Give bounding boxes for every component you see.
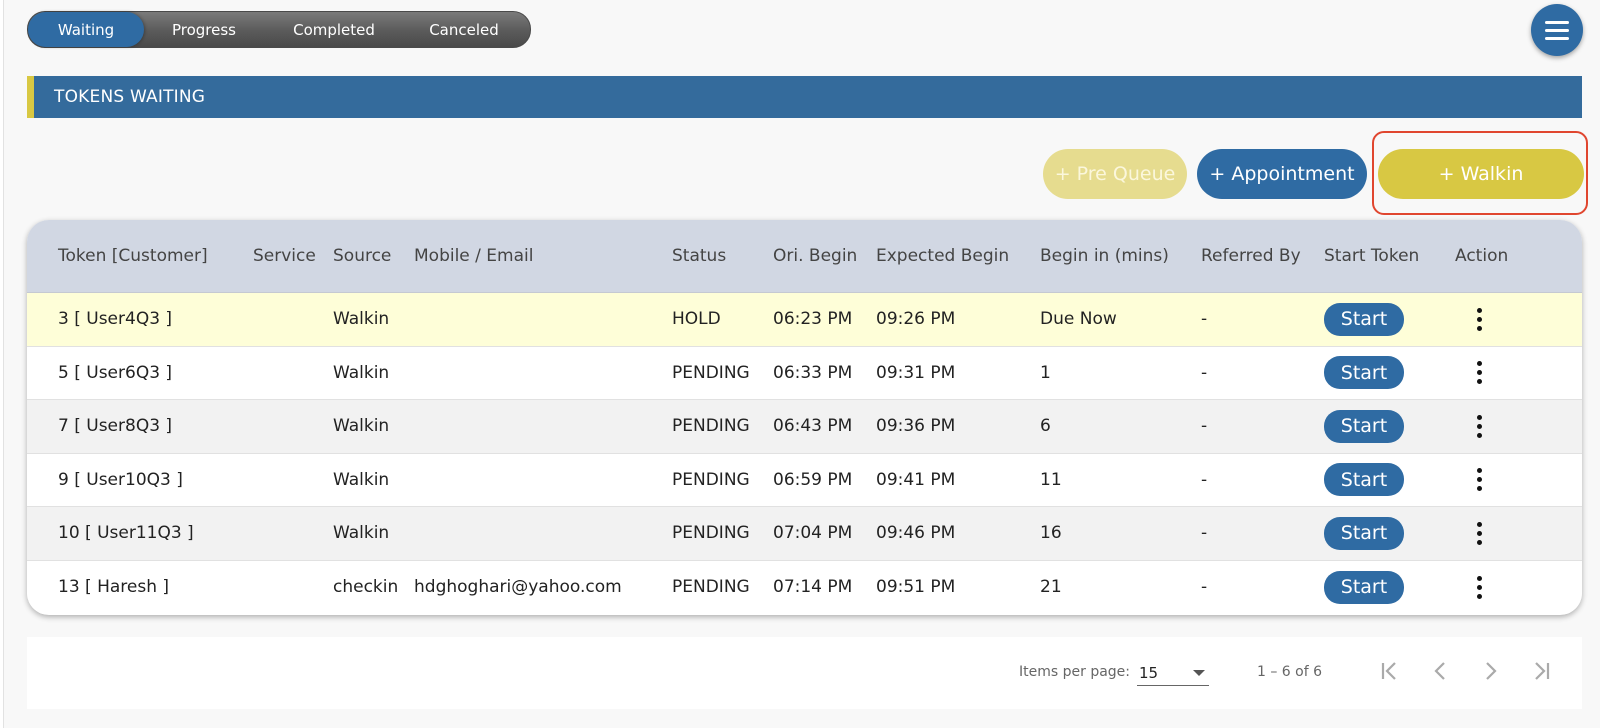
header-contact: Mobile / Email bbox=[414, 246, 534, 266]
table-row: 10 [ User11Q3 ] Walkin PENDING 07:04 PM … bbox=[27, 507, 1582, 561]
cell-status: HOLD bbox=[672, 309, 721, 330]
header-expected-begin: Expected Begin bbox=[876, 246, 1010, 266]
cell-source: Walkin bbox=[333, 523, 390, 544]
previous-page-icon[interactable] bbox=[1425, 656, 1455, 686]
cell-contact: hdghoghari@yahoo.com bbox=[414, 577, 622, 598]
chevron-down-icon bbox=[1193, 670, 1205, 676]
cell-expected-begin: 09:31 PM bbox=[876, 362, 956, 383]
header-token: Token [Customer] bbox=[58, 246, 208, 266]
cell-ori-begin: 06:59 PM bbox=[773, 469, 853, 490]
start-button[interactable]: Start bbox=[1324, 516, 1404, 550]
header-action: Action bbox=[1455, 246, 1509, 266]
tab-completed[interactable]: Completed bbox=[264, 12, 404, 47]
cell-referred-by: - bbox=[1201, 416, 1208, 437]
cell-expected-begin: 09:46 PM bbox=[876, 523, 956, 544]
more-vert-icon[interactable] bbox=[1464, 516, 1494, 550]
cell-source: Walkin bbox=[333, 416, 390, 437]
cell-source: Walkin bbox=[333, 309, 390, 330]
first-page-icon[interactable] bbox=[1374, 656, 1404, 686]
cell-status: PENDING bbox=[672, 523, 750, 544]
cell-token: 10 [ User11Q3 ] bbox=[58, 523, 194, 544]
header-service: Service bbox=[253, 246, 316, 266]
status-tabs: Waiting Progress Completed Canceled bbox=[27, 11, 531, 48]
more-vert-icon[interactable] bbox=[1464, 570, 1494, 604]
page: Waiting Progress Completed Canceled TOKE… bbox=[3, 0, 1600, 728]
cell-status: PENDING bbox=[672, 362, 750, 383]
cell-source: checkin bbox=[333, 577, 399, 598]
pre-queue-button[interactable]: + Pre Queue bbox=[1043, 149, 1187, 199]
start-button[interactable]: Start bbox=[1324, 302, 1404, 336]
cell-token: 5 [ User6Q3 ] bbox=[58, 362, 173, 383]
more-vert-icon[interactable] bbox=[1464, 356, 1494, 390]
start-button[interactable]: Start bbox=[1324, 356, 1404, 390]
header-referred-by: Referred By bbox=[1201, 246, 1301, 266]
section-title-text: TOKENS WAITING bbox=[54, 87, 206, 107]
cell-referred-by: - bbox=[1201, 362, 1208, 383]
paginator: Items per page: 15 1 – 6 of 6 bbox=[27, 637, 1582, 709]
start-button[interactable]: Start bbox=[1324, 570, 1404, 604]
cell-expected-begin: 09:26 PM bbox=[876, 309, 956, 330]
table-row: 9 [ User10Q3 ] Walkin PENDING 06:59 PM 0… bbox=[27, 453, 1582, 507]
table-header: Token [Customer] Service Source Mobile /… bbox=[27, 220, 1582, 293]
cell-status: PENDING bbox=[672, 469, 750, 490]
cell-ori-begin: 07:04 PM bbox=[773, 523, 853, 544]
cell-status: PENDING bbox=[672, 416, 750, 437]
items-per-page-label: Items per page: bbox=[1019, 664, 1131, 680]
header-start-token: Start Token bbox=[1324, 246, 1420, 266]
cell-begin-in: 11 bbox=[1040, 469, 1062, 490]
cell-source: Walkin bbox=[333, 469, 390, 490]
header-begin-in: Begin in (mins) bbox=[1040, 246, 1169, 266]
header-ori-begin: Ori. Begin bbox=[773, 246, 858, 266]
cell-begin-in: 6 bbox=[1040, 416, 1051, 437]
items-per-page-select[interactable]: 15 bbox=[1137, 658, 1209, 686]
cell-referred-by: - bbox=[1201, 523, 1208, 544]
cell-begin-in: 1 bbox=[1040, 362, 1051, 383]
table-row: 5 [ User6Q3 ] Walkin PENDING 06:33 PM 09… bbox=[27, 346, 1582, 400]
more-vert-icon[interactable] bbox=[1464, 463, 1494, 497]
cell-token: 3 [ User4Q3 ] bbox=[58, 309, 173, 330]
walkin-button[interactable]: + Walkin bbox=[1378, 149, 1584, 199]
cell-begin-in: Due Now bbox=[1040, 309, 1117, 330]
items-per-page-value: 15 bbox=[1139, 664, 1159, 682]
cell-source: Walkin bbox=[333, 362, 390, 383]
start-button[interactable]: Start bbox=[1324, 463, 1404, 497]
header-source: Source bbox=[333, 246, 392, 266]
table-row: 7 [ User8Q3 ] Walkin PENDING 06:43 PM 09… bbox=[27, 400, 1582, 454]
cell-expected-begin: 09:36 PM bbox=[876, 416, 956, 437]
cell-ori-begin: 07:14 PM bbox=[773, 577, 853, 598]
page-range: 1 – 6 of 6 bbox=[1257, 664, 1323, 680]
next-page-icon[interactable] bbox=[1476, 656, 1506, 686]
cell-begin-in: 16 bbox=[1040, 523, 1062, 544]
header-status: Status bbox=[672, 246, 727, 266]
cell-expected-begin: 09:51 PM bbox=[876, 577, 956, 598]
cell-token: 9 [ User10Q3 ] bbox=[58, 469, 183, 490]
tab-progress[interactable]: Progress bbox=[144, 12, 264, 47]
cell-ori-begin: 06:23 PM bbox=[773, 309, 853, 330]
section-title: TOKENS WAITING bbox=[27, 76, 1582, 118]
cell-referred-by: - bbox=[1201, 469, 1208, 490]
cell-referred-by: - bbox=[1201, 577, 1208, 598]
tab-waiting[interactable]: Waiting bbox=[28, 12, 144, 47]
start-button[interactable]: Start bbox=[1324, 409, 1404, 443]
cell-expected-begin: 09:41 PM bbox=[876, 469, 956, 490]
cell-token: 13 [ Haresh ] bbox=[58, 577, 170, 598]
cell-ori-begin: 06:43 PM bbox=[773, 416, 853, 437]
table-row: 13 [ Haresh ] checkin hdghoghari@yahoo.c… bbox=[27, 560, 1582, 614]
more-vert-icon[interactable] bbox=[1464, 302, 1494, 336]
cell-ori-begin: 06:33 PM bbox=[773, 362, 853, 383]
tokens-table: Token [Customer] Service Source Mobile /… bbox=[27, 220, 1582, 615]
menu-button[interactable] bbox=[1531, 4, 1583, 56]
tab-canceled[interactable]: Canceled bbox=[404, 12, 524, 47]
hamburger-icon bbox=[1545, 20, 1569, 24]
table-row: 3 [ User4Q3 ] Walkin HOLD 06:23 PM 09:26… bbox=[27, 293, 1582, 347]
last-page-icon[interactable] bbox=[1527, 656, 1557, 686]
more-vert-icon[interactable] bbox=[1464, 409, 1494, 443]
cell-referred-by: - bbox=[1201, 309, 1208, 330]
cell-status: PENDING bbox=[672, 577, 750, 598]
cell-token: 7 [ User8Q3 ] bbox=[58, 416, 173, 437]
cell-begin-in: 21 bbox=[1040, 577, 1062, 598]
appointment-button[interactable]: + Appointment bbox=[1197, 149, 1367, 199]
